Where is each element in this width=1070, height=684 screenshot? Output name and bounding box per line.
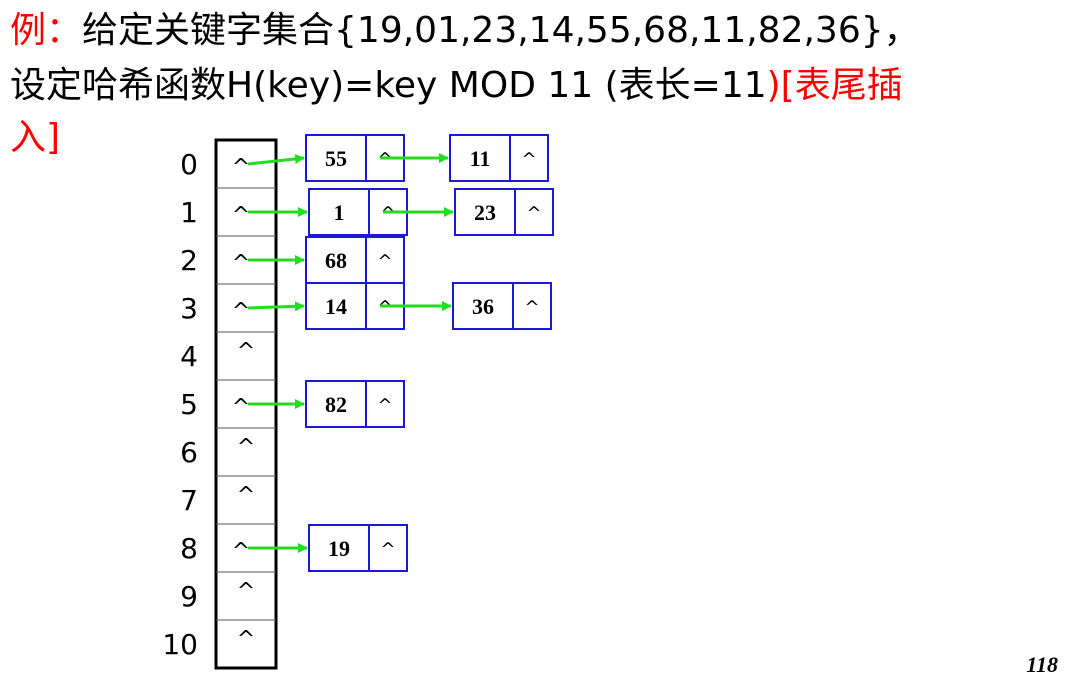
node-key: 11 (470, 146, 491, 171)
node-next-null: ^ (526, 203, 541, 224)
slot-index: 7 (180, 484, 198, 517)
node-key: 19 (328, 536, 350, 561)
node-next-null: ^ (377, 395, 392, 416)
slot-null-marker: ^ (237, 339, 255, 364)
slot-null-marker: ^ (237, 483, 255, 508)
slot-null-marker: ^ (237, 579, 255, 604)
node-next-null: ^ (524, 297, 539, 318)
node-key: 55 (325, 146, 347, 171)
chain-arrow (247, 301, 305, 312)
slot-null-marker: ^ (232, 251, 250, 276)
slot-index: 2 (180, 244, 198, 277)
node-key: 36 (472, 294, 494, 319)
node-next-null: ^ (377, 251, 392, 272)
slot-null-marker: ^ (237, 627, 255, 652)
slot-index: 8 (180, 532, 198, 565)
slot-null-marker: ^ (232, 539, 250, 564)
slot-null-marker: ^ (237, 435, 255, 460)
node-key: 68 (325, 248, 347, 273)
node-key: 1 (334, 200, 345, 225)
slot-null-marker: ^ (232, 155, 250, 180)
slot-index: 10 (162, 628, 198, 661)
node-key: 23 (474, 200, 496, 225)
page-number: 118 (1026, 652, 1058, 677)
node-key: 82 (325, 392, 347, 417)
slot-index: 3 (180, 292, 198, 325)
slot-index: 5 (180, 388, 198, 421)
slot-index: 6 (180, 436, 198, 469)
chain-nodes: 55^11^1^23^68^14^36^82^19^ (305, 134, 554, 572)
hash-table-diagram: 0 ^ 1 ^ 2 ^ 3 ^ 4 ^ 5 ^ 6 ^ 7 ^ 8 ^ 9 ^ 10 ^ 55 ^ 11 ^ 1 ^ 23 ^ 68 ^ 14… (162, 134, 554, 670)
slot-null-marker: ^ (232, 299, 250, 324)
node-next-null: ^ (380, 539, 395, 560)
slot-index: 9 (180, 580, 198, 613)
slot-index: 1 (180, 196, 198, 229)
slot-null-marker: ^ (232, 395, 250, 420)
slot-index: 4 (180, 340, 198, 373)
slot-null-marker: ^ (232, 203, 250, 228)
slot-index: 0 (180, 148, 198, 181)
node-key: 14 (325, 294, 347, 319)
node-next-null: ^ (521, 149, 536, 170)
